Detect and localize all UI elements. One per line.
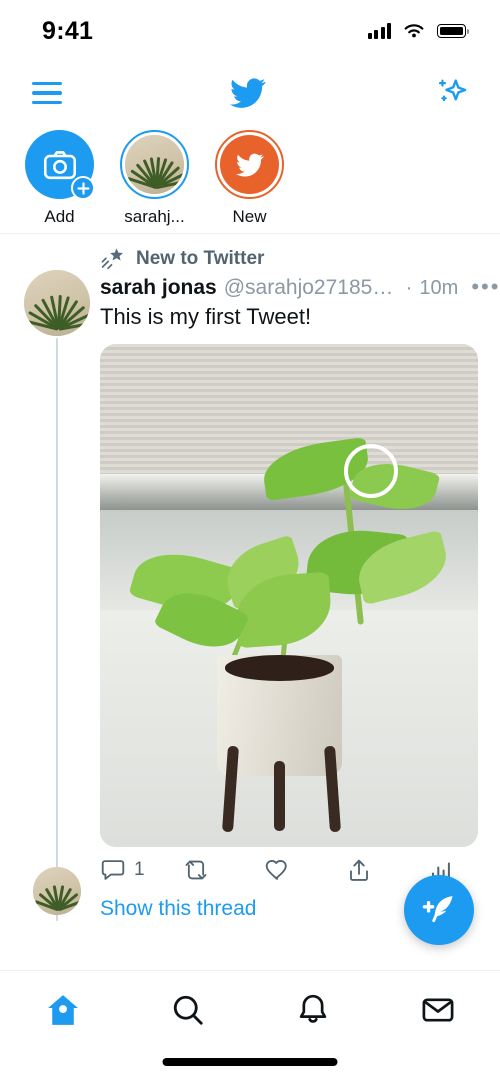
social-context: New to Twitter: [100, 246, 500, 272]
cellular-signal-icon: [367, 23, 391, 39]
retweet-button[interactable]: [182, 857, 264, 883]
shooting-star-icon: [101, 248, 123, 270]
camera-icon: [43, 150, 76, 179]
fleet-label: sarahj...: [124, 207, 185, 226]
envelope-icon: [422, 998, 453, 1022]
tweet-media-image[interactable]: [100, 343, 478, 847]
hamburger-menu-icon[interactable]: [28, 78, 66, 108]
avatar[interactable]: [24, 270, 90, 336]
search-icon: [173, 995, 203, 1025]
nav-search[interactable]: [125, 992, 250, 1028]
twitter-bird-icon: [220, 135, 279, 194]
twitter-bird-logo[interactable]: [226, 71, 270, 115]
status-bar: 9:41: [0, 0, 500, 62]
add-fleet-button[interactable]: [25, 130, 95, 200]
reply-button[interactable]: 1: [100, 857, 182, 883]
sparkle-icon[interactable]: [430, 72, 472, 114]
reply-icon: [101, 859, 125, 880]
fleet-label: Add: [44, 207, 75, 226]
battery-full-icon: [437, 24, 470, 38]
retweet-icon: [185, 860, 207, 879]
thread-reply-avatar[interactable]: [33, 866, 81, 915]
timestamp-separator: ·: [405, 277, 413, 299]
more-options-icon[interactable]: •••: [465, 276, 500, 298]
tweet-item[interactable]: New to Twitter sarah jonas @sarahjo27185…: [0, 234, 500, 921]
status-bar-icons: [367, 22, 470, 40]
home-icon: [47, 995, 78, 1025]
timestamp: 10m: [419, 277, 459, 299]
nav-messages[interactable]: [375, 992, 500, 1028]
plus-icon: [71, 176, 95, 200]
fleets-row: Add sarahj... New: [0, 124, 500, 233]
wifi-icon: [404, 24, 424, 38]
thread-connector-line: [55, 338, 59, 921]
fleet-sarahj[interactable]: sarahj...: [117, 130, 192, 227]
fleet-new[interactable]: New: [212, 130, 287, 227]
nav-home[interactable]: [0, 991, 125, 1029]
bell-icon: [299, 994, 326, 1023]
display-name[interactable]: sarah jonas: [100, 276, 217, 300]
tweet-body: New to Twitter sarah jonas @sarahjo27185…: [96, 246, 500, 921]
tweet-author-row: sarah jonas @sarahjo271859… · 10m •••: [100, 276, 500, 300]
tweet-avatar-column: [18, 246, 96, 921]
home-indicator-bar: [162, 1058, 338, 1066]
app-header: [0, 62, 500, 124]
bottom-navigation-bar: [0, 970, 500, 1080]
like-button[interactable]: [264, 857, 346, 883]
fleet-new-ring[interactable]: [215, 130, 284, 199]
fleet-avatar-ring[interactable]: [120, 130, 189, 199]
handle: @sarahjo271859…: [223, 276, 399, 299]
share-icon: [350, 859, 368, 881]
tweet-actions: 1: [100, 857, 460, 883]
heart-icon: [265, 859, 287, 880]
tweet-text: This is my first Tweet!: [100, 304, 312, 329]
compose-tweet-button[interactable]: [404, 875, 474, 945]
twitter-mobile-app: 9:41 Add sarahj... New New to Twitter sa…: [0, 0, 500, 1080]
reply-count: 1: [134, 858, 145, 880]
share-button[interactable]: [346, 857, 428, 883]
status-bar-time: 9:41: [42, 16, 94, 45]
touch-ring-cursor: [344, 443, 398, 498]
social-context-label: New to Twitter: [136, 248, 265, 269]
fleet-add[interactable]: Add: [22, 130, 97, 227]
fleet-label: New: [232, 207, 267, 226]
compose-feather-plus-icon: [422, 896, 453, 923]
user-avatar: [125, 135, 184, 194]
nav-notifications[interactable]: [250, 992, 375, 1028]
